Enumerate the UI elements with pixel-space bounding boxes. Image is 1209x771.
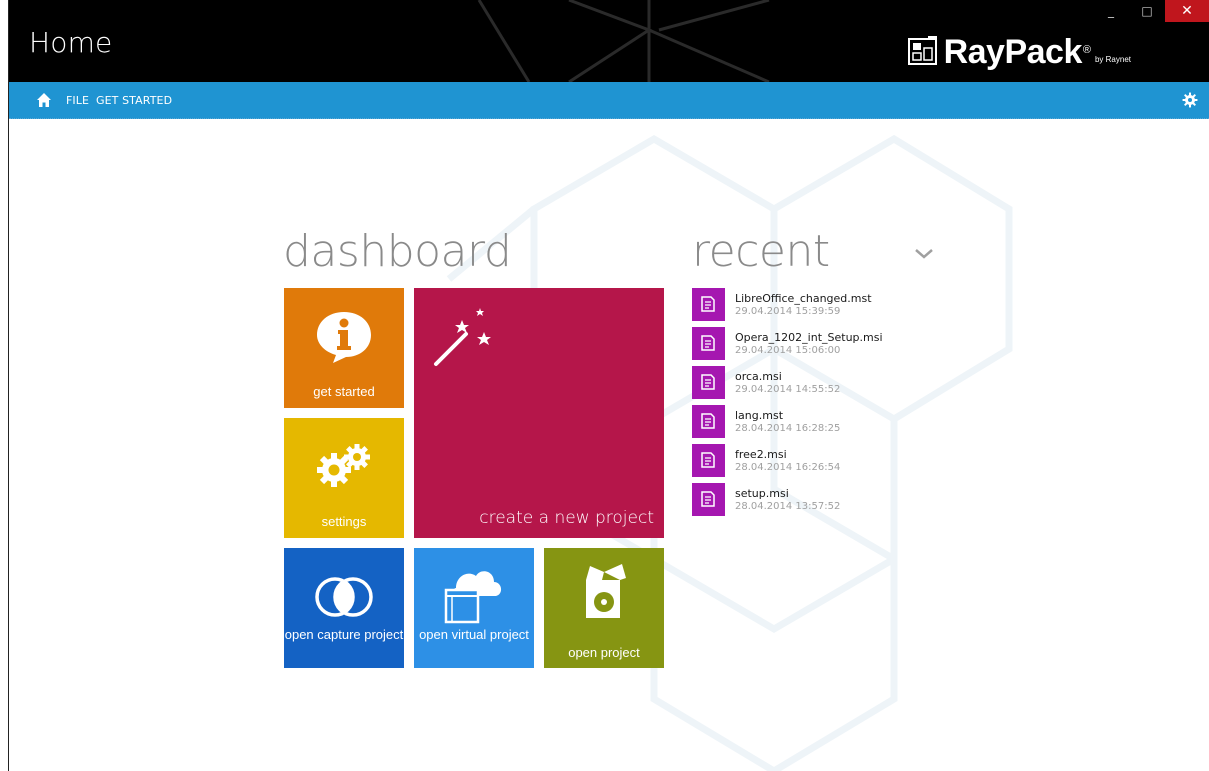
minimize-button[interactable]: _	[1093, 0, 1129, 22]
maximize-button[interactable]: □	[1129, 0, 1165, 22]
msi-file-icon	[692, 405, 725, 438]
gear-icon[interactable]	[1182, 92, 1198, 108]
title-bar: Home _ □ ✕ RayPack ® by Raynet	[9, 0, 1209, 82]
magic-wand-icon	[434, 308, 491, 366]
recent-item[interactable]: lang.mst 28.04.2014 16:28:25	[692, 405, 912, 444]
brand-registered-mark: ®	[1082, 44, 1091, 56]
recent-file-name: orca.msi	[735, 370, 782, 383]
recent-file-name: LibreOffice_changed.mst	[735, 292, 872, 305]
navigation-bar: FILE GET STARTED	[9, 82, 1209, 119]
recent-item[interactable]: setup.msi 28.04.2014 13:57:52	[692, 483, 912, 522]
nav-get-started[interactable]: GET STARTED	[96, 94, 172, 107]
open-virtual-project-label: open virtual project	[419, 627, 529, 642]
recent-file-date: 29.04.2014 15:06:00	[735, 345, 841, 356]
brand-name: RayPack	[943, 33, 1083, 71]
recent-list: LibreOffice_changed.mst 29.04.2014 15:39…	[692, 288, 912, 522]
recent-file-name: free2.msi	[735, 448, 787, 461]
brand-by-raynet: by Raynet	[1094, 55, 1131, 64]
open-project-label: open project	[568, 645, 640, 660]
get-started-label: get started	[313, 384, 375, 399]
open-capture-project-label: open capture project	[284, 627, 404, 642]
gears-icon	[317, 444, 370, 487]
open-project-tile[interactable]: open project	[544, 548, 664, 668]
chevron-down-icon[interactable]	[913, 246, 935, 262]
get-started-tile[interactable]: get started	[284, 288, 404, 408]
msi-file-icon	[692, 288, 725, 321]
recent-item[interactable]: orca.msi 29.04.2014 14:55:52	[692, 366, 912, 405]
recent-file-date: 28.04.2014 13:57:52	[735, 501, 841, 512]
recent-file-name: lang.mst	[735, 409, 784, 422]
cloud-window-icon	[444, 571, 502, 624]
recent-file-date: 29.04.2014 14:55:52	[735, 384, 841, 395]
msi-file-icon	[692, 444, 725, 477]
nav-file[interactable]: FILE	[66, 94, 89, 107]
close-button[interactable]: ✕	[1165, 0, 1209, 22]
open-virtual-project-tile[interactable]: open virtual project	[414, 548, 534, 668]
package-icon	[586, 564, 626, 618]
recent-file-name: Opera_1202_int_Setup.msi	[735, 331, 883, 344]
recent-heading: recent	[692, 226, 830, 277]
capture-circles-icon	[315, 577, 373, 617]
window-title: Home	[29, 26, 113, 59]
recent-item[interactable]: Opera_1202_int_Setup.msi 29.04.2014 15:0…	[692, 327, 912, 366]
settings-label: settings	[321, 514, 367, 529]
home-icon[interactable]	[36, 92, 52, 108]
msi-file-icon	[692, 327, 725, 360]
dashboard-heading: dashboard	[283, 226, 512, 277]
settings-tile[interactable]: settings	[284, 418, 404, 538]
recent-file-date: 28.04.2014 16:26:54	[735, 462, 841, 473]
window-controls: _ □ ✕	[1093, 0, 1209, 22]
brand-logo: RayPack ® by Raynet	[907, 30, 1131, 71]
open-capture-project-tile[interactable]: open capture project	[284, 548, 404, 668]
window-left-border	[0, 0, 9, 771]
info-icon	[317, 312, 371, 363]
msi-file-icon	[692, 366, 725, 399]
recent-item[interactable]: LibreOffice_changed.mst 29.04.2014 15:39…	[692, 288, 912, 327]
recent-item[interactable]: free2.msi 28.04.2014 16:26:54	[692, 444, 912, 483]
msi-file-icon	[692, 483, 725, 516]
recent-file-date: 28.04.2014 16:28:25	[735, 423, 841, 434]
raypack-logo-icon	[907, 36, 937, 65]
recent-file-name: setup.msi	[735, 487, 789, 500]
recent-file-date: 29.04.2014 15:39:59	[735, 306, 841, 317]
create-new-project-tile[interactable]: create a new project	[414, 288, 664, 538]
create-new-project-label: create a new project	[479, 508, 654, 528]
